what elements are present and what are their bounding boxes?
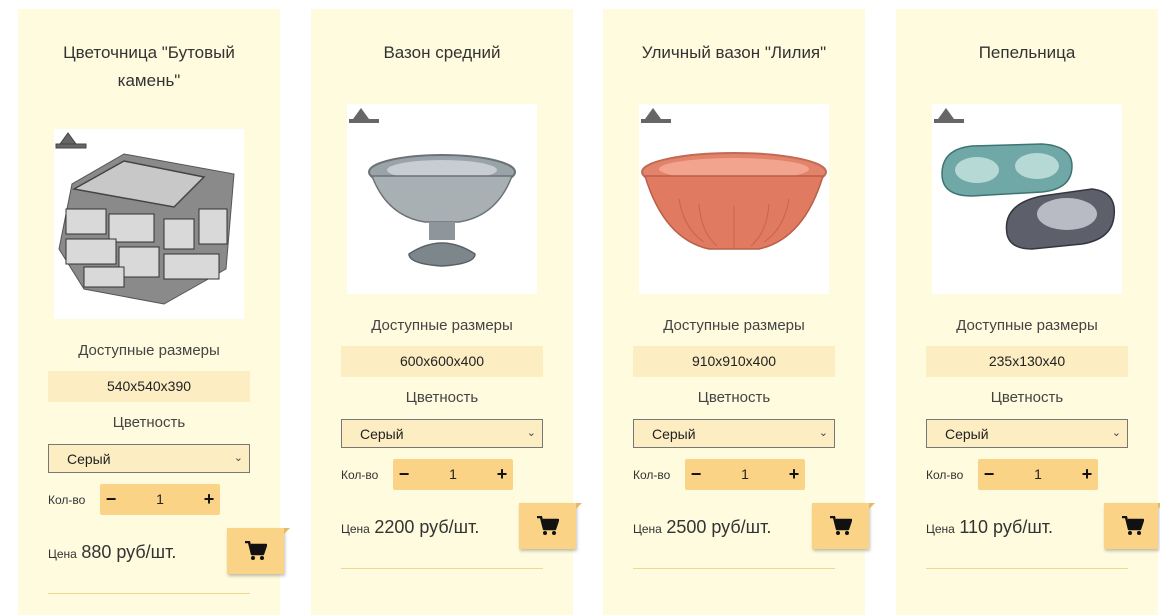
add-to-cart-button[interactable] [519,503,582,549]
product-card: Цветочница "Бутовый камень" Доступные ра… [18,9,290,615]
quantity-stepper[interactable]: 1 − + [393,459,513,490]
chevron-down-icon: ⌄ [818,427,828,439]
sizes-label: Доступные размеры [956,317,1098,334]
quantity-stepper[interactable]: 1 − + [100,484,220,515]
cart-icon [245,541,267,560]
product-image[interactable] [932,104,1122,294]
divider [633,568,835,569]
divider [341,568,543,569]
product-image[interactable] [54,129,244,319]
plus-icon[interactable]: + [783,459,805,490]
chevron-down-icon: ⌄ [1111,427,1121,439]
size-value: 540x540x390 [48,371,250,402]
product-title[interactable]: Вазон средний [311,39,573,67]
sizes-label: Доступные размеры [78,342,220,359]
product-image[interactable] [347,104,537,294]
product-title[interactable]: Пепельница [896,39,1158,67]
stone-planter-image [55,132,235,305]
price-label: Цена [926,522,955,536]
product-card: Уличный вазон "Лилия" Доступные размеры … [603,9,875,615]
price-value: 880 руб/шт. [81,542,177,562]
price-label: Цена [48,547,77,561]
plus-icon[interactable]: + [1076,459,1098,490]
price-value: 2200 руб/шт. [374,517,480,537]
plus-icon[interactable]: + [198,484,220,515]
qty-label: Кол-во [48,493,86,507]
cart-icon [537,516,559,535]
divider [926,568,1128,569]
minus-icon[interactable]: − [100,484,122,515]
terracotta-vase-image [641,108,827,250]
size-value: 910x910x400 [633,346,835,377]
sizes-label: Доступные размеры [371,317,513,334]
size-value: 235x130x40 [926,346,1128,377]
minus-icon[interactable]: − [685,459,707,490]
color-label: Цветность [405,389,479,406]
color-label: Цветность [112,414,186,431]
color-label: Цветность [990,389,1064,406]
minus-icon[interactable]: − [393,459,415,490]
add-to-cart-button[interactable] [812,503,875,549]
price: Цена 2500 руб/шт. [633,517,771,538]
plus-icon[interactable]: + [491,459,513,490]
color-select[interactable]: Серый ⌄ [48,444,250,473]
color-label: Цветность [697,389,771,406]
cart-icon [830,516,852,535]
add-to-cart-button[interactable] [227,528,290,574]
color-select-value: Серый [67,451,111,467]
product-image[interactable] [639,104,829,294]
minus-icon[interactable]: − [978,459,1000,490]
qty-label: Кол-во [926,468,964,482]
qty-label: Кол-во [633,468,671,482]
color-select[interactable]: Серый ⌄ [926,419,1128,448]
quantity-stepper[interactable]: 1 − + [685,459,805,490]
price-label: Цена [633,522,662,536]
grey-vase-image [349,108,516,267]
ashtrays-image [934,108,1116,250]
product-title[interactable]: Уличный вазон "Лилия" [603,39,865,67]
product-card: Вазон средний Доступные размеры 600x600x… [311,9,582,615]
sizes-label: Доступные размеры [663,317,805,334]
product-title[interactable]: Цветочница "Бутовый камень" [18,39,280,95]
price-value: 110 руб/шт. [959,517,1054,537]
chevron-down-icon: ⌄ [526,427,536,439]
quantity-stepper[interactable]: 1 − + [978,459,1098,490]
qty-label: Кол-во [341,468,379,482]
color-select[interactable]: Серый ⌄ [341,419,543,448]
size-value: 600x600x400 [341,346,543,377]
divider [48,593,250,594]
chevron-down-icon: ⌄ [233,452,243,464]
color-select[interactable]: Серый ⌄ [633,419,835,448]
price: Цена 880 руб/шт. [48,542,176,563]
price-value: 2500 руб/шт. [666,517,772,537]
price: Цена 110 руб/шт. [926,517,1053,538]
price: Цена 2200 руб/шт. [341,517,479,538]
price-label: Цена [341,522,370,536]
color-select-value: Серый [945,426,989,442]
color-select-value: Серый [360,426,404,442]
color-select-value: Серый [652,426,696,442]
product-card: Пепельница Доступные размеры 235x130x40 … [896,9,1160,615]
cart-icon [1122,516,1144,535]
add-to-cart-button[interactable] [1104,503,1160,549]
